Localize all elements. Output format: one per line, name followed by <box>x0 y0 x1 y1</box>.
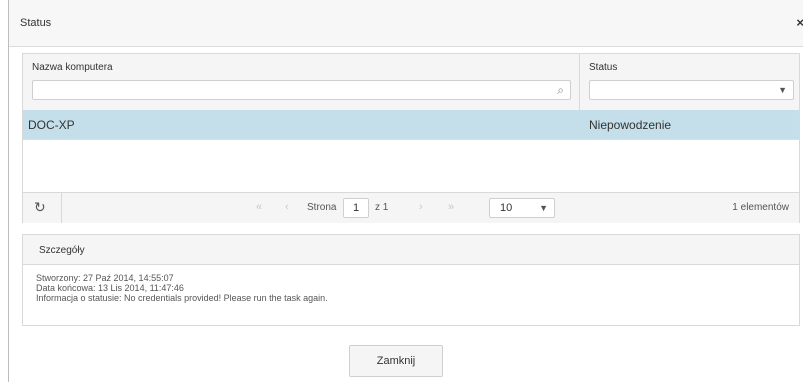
search-icon: ⌕ <box>557 83 564 97</box>
pager-divider <box>61 193 62 223</box>
status-filter-select[interactable]: ▼ <box>589 80 794 100</box>
details-end-date: Data końcowa: 13 Lis 2014, 11:47:46 <box>36 283 184 293</box>
first-page-button[interactable]: « <box>256 201 262 213</box>
chevron-down-icon: ▼ <box>539 203 548 213</box>
table-row[interactable]: DOC-XP Niepowodzenie <box>23 110 799 140</box>
details-panel: Szczegóły Stworzony: 27 Paź 2014, 14:55:… <box>22 234 800 326</box>
details-header: Szczegóły <box>23 235 799 265</box>
computer-name-filter-input[interactable]: ⌕ <box>32 80 571 100</box>
close-button[interactable]: Zamknij <box>349 345 443 377</box>
page-total-label: z 1 <box>375 202 389 213</box>
page-number-input[interactable]: 1 <box>343 198 369 218</box>
page-size-select[interactable]: 10 ▼ <box>489 198 555 218</box>
details-created: Stworzony: 27 Paź 2014, 14:55:07 <box>36 273 174 283</box>
prev-page-button[interactable]: ‹ <box>285 201 289 213</box>
page-size-value: 10 <box>500 202 513 214</box>
details-title: Szczegóły <box>39 245 85 256</box>
status-dialog: Status × Nazwa komputera Status ⌕ ▼ DOC-… <box>8 0 803 382</box>
cell-status: Niepowodzenie <box>589 118 672 132</box>
details-body: Stworzony: 27 Paź 2014, 14:55:07 Data ko… <box>36 273 328 303</box>
dialog-titlebar: Status × <box>9 0 803 47</box>
page-label: Strona <box>307 202 337 213</box>
details-status-info: Informacja o statusie: No credentials pr… <box>36 293 328 303</box>
status-grid: Nazwa komputera Status ⌕ ▼ DOC-XP Niepow… <box>22 53 800 223</box>
dialog-title: Status <box>20 17 52 29</box>
chevron-down-icon: ▼ <box>778 85 787 95</box>
next-page-button[interactable]: › <box>419 201 423 213</box>
column-header-status[interactable]: Status <box>589 62 617 73</box>
item-count: 1 elementów <box>732 202 789 213</box>
pager: ↻ « ‹ Strona 1 z 1 › » 10 ▼ 1 elementów <box>23 192 799 223</box>
cell-computer-name: DOC-XP <box>28 118 75 132</box>
close-icon[interactable]: × <box>796 15 803 30</box>
column-header-computer-name[interactable]: Nazwa komputera <box>32 62 113 73</box>
last-page-button[interactable]: » <box>448 201 454 213</box>
grid-header: Nazwa komputera Status ⌕ ▼ <box>23 54 799 111</box>
refresh-icon[interactable]: ↻ <box>34 199 46 216</box>
